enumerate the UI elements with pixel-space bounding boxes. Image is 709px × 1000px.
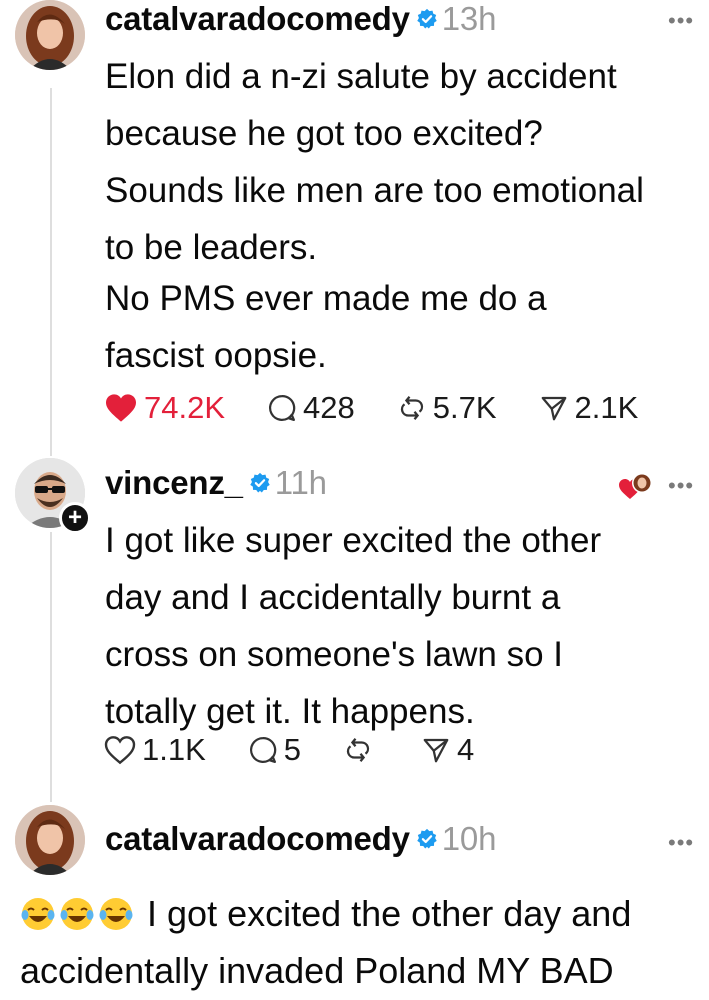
share-button[interactable]: 2.1K: [539, 390, 639, 426]
heart-filled-icon: [106, 394, 136, 422]
repost-button[interactable]: [343, 735, 379, 765]
comment-button[interactable]: 5: [248, 732, 301, 768]
comment-count: 428: [303, 390, 355, 425]
verified-badge-icon: [250, 473, 270, 493]
post-text-line: to be leaders.: [105, 228, 318, 267]
share-count: 4: [457, 732, 475, 767]
repost-button[interactable]: 5.7K: [397, 390, 497, 426]
comment-button[interactable]: 428: [267, 390, 355, 426]
follow-plus-icon[interactable]: +: [59, 502, 91, 534]
like-count: 1.1K: [142, 732, 206, 767]
post-text-line: Elon did a n-zi salute by accident: [105, 57, 617, 96]
author-liked-heart-avatar-icon: [619, 473, 652, 499]
post-text-line: I got excited the other day and: [147, 893, 632, 934]
send-icon: [423, 738, 449, 763]
post-text-line: day and I accidentally burnt a: [105, 578, 561, 617]
post-text-line: accidentally invaded Poland MY BAD: [20, 950, 614, 991]
laughing-tears-emoji-icon: [60, 898, 94, 930]
username[interactable]: vincenz_: [105, 464, 243, 501]
post-time: 11h: [274, 464, 327, 501]
post-text-line: fascist oopsie.: [105, 336, 327, 375]
laughing-tears-emoji-icon: [21, 898, 55, 930]
post-text-line: No PMS ever made me do a: [105, 279, 547, 318]
comment-icon: [269, 394, 296, 421]
post-text-line: I got like super excited the other: [105, 521, 602, 560]
comment-icon: [249, 736, 277, 763]
thread-line: [50, 88, 52, 456]
laughing-tears-emoji-icon: [99, 898, 133, 930]
like-button[interactable]: 74.2K: [104, 390, 225, 426]
verified-badge-icon: [417, 829, 437, 849]
more-options-icon[interactable]: •••: [668, 473, 694, 499]
username[interactable]: catalvaradocomedy: [105, 0, 410, 37]
post-text-line: because he got too excited?: [105, 114, 543, 153]
repost-icon: [346, 738, 370, 762]
post-actions: 1.1K 5 4: [104, 732, 516, 768]
post-body: Elon did a n-zi salute by accident becau…: [105, 48, 644, 276]
post-actions: 74.2K 428 5.7K 2.1K: [104, 390, 680, 426]
share-button[interactable]: 4: [421, 732, 474, 768]
post-time: 13h: [441, 0, 497, 37]
like-count: 74.2K: [144, 390, 226, 425]
woman-avatar-icon: [15, 805, 85, 875]
comment-count: 5: [283, 732, 302, 767]
post-body-paragraph-2: No PMS ever made me do a fascist oopsie.: [105, 270, 547, 384]
repost-icon: [400, 396, 423, 420]
post-body: I got excited the other day and accident…: [20, 885, 631, 999]
more-options-icon[interactable]: •••: [668, 830, 694, 856]
post-text-line: Sounds like men are too emotional: [105, 171, 644, 210]
post-text-line: cross on someone's lawn so I: [105, 635, 564, 674]
share-count: 2.1K: [574, 390, 639, 425]
woman-avatar-icon: [15, 0, 85, 70]
heart-outline-icon: [104, 736, 136, 765]
more-options-icon[interactable]: •••: [668, 8, 694, 34]
like-button[interactable]: 1.1K: [104, 732, 206, 768]
repost-count: 5.7K: [432, 390, 497, 425]
send-icon: [541, 396, 566, 421]
verified-badge-icon: [417, 9, 437, 29]
username[interactable]: catalvaradocomedy: [105, 820, 410, 857]
avatar[interactable]: [15, 805, 85, 875]
avatar[interactable]: [15, 0, 85, 70]
thread-line: [50, 532, 52, 802]
post-time: 10h: [441, 820, 497, 857]
post-body: I got like super excited the other day a…: [105, 512, 601, 740]
